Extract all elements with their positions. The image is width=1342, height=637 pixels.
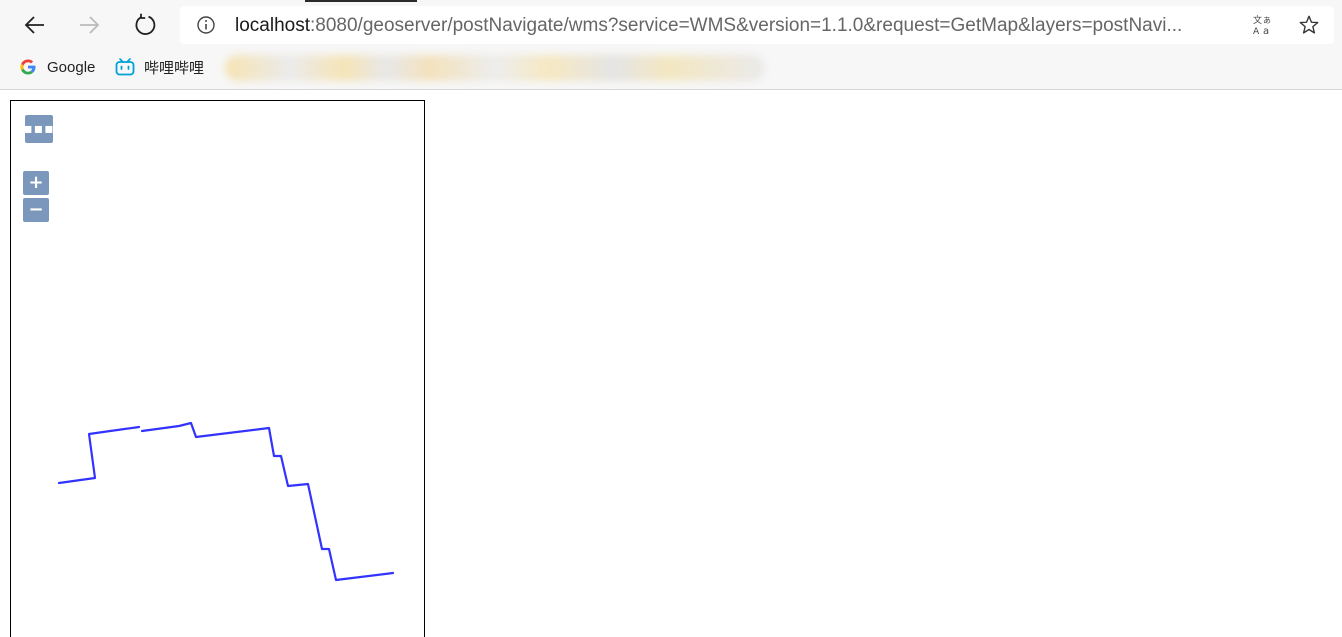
bilibili-icon: [115, 57, 135, 77]
address-bar[interactable]: localhost:8080/geoserver/postNavigate/wm…: [180, 6, 1334, 44]
svg-text:あ: あ: [1263, 16, 1271, 25]
layer-switcher-button[interactable]: ▪▪▪: [23, 115, 54, 143]
map-viewport[interactable]: ▪▪▪ + −: [10, 100, 425, 637]
bookmark-google[interactable]: Google: [18, 55, 95, 79]
route-line: [57, 425, 141, 485]
zoom-out-button[interactable]: −: [23, 198, 49, 222]
reload-button[interactable]: [128, 8, 162, 42]
svg-text:a: a: [1263, 26, 1269, 36]
forward-button[interactable]: [72, 8, 106, 42]
arrow-right-icon: [80, 16, 100, 34]
url-path: :8080/geoserver/postNavigate/wms?service…: [310, 15, 1183, 36]
svg-text:文: 文: [1253, 14, 1262, 26]
url-text[interactable]: localhost:8080/geoserver/postNavigate/wm…: [235, 14, 1245, 38]
arrow-left-icon: [24, 16, 44, 34]
bookmark-star-button[interactable]: [1297, 13, 1321, 37]
back-button[interactable]: [18, 8, 52, 42]
blurred-bookmarks: [225, 55, 765, 81]
bookmark-label: 哔哩哔哩: [144, 59, 205, 77]
zoom-in-button[interactable]: +: [23, 171, 49, 195]
active-tab-indicator: [305, 0, 417, 2]
browser-chrome: localhost:8080/geoserver/postNavigate/wm…: [0, 0, 1342, 90]
star-icon: [1299, 15, 1319, 34]
info-icon[interactable]: [196, 15, 216, 35]
url-host: localhost: [235, 15, 310, 36]
bookmark-bilibili[interactable]: 哔哩哔哩: [115, 55, 204, 79]
google-icon: [18, 57, 38, 77]
bookmark-label: Google: [47, 58, 96, 76]
translate-icon[interactable]: 文 a あ A: [1252, 14, 1274, 36]
route-layer: [57, 421, 395, 582]
route-line: [140, 421, 395, 582]
svg-text:A: A: [1253, 27, 1260, 36]
reload-icon: [135, 13, 156, 35]
